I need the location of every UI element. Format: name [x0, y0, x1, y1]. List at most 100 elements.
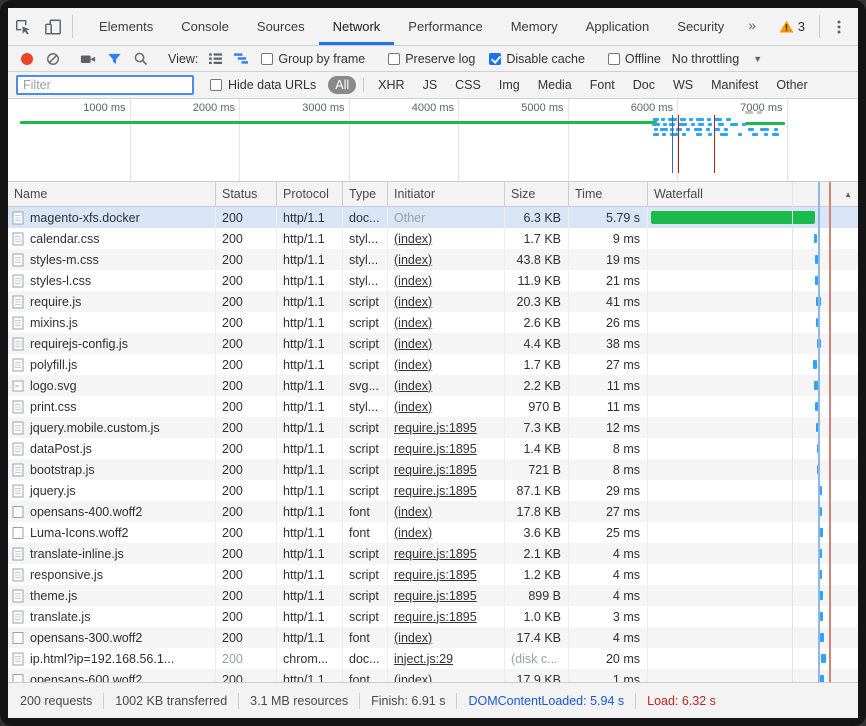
column-header-size[interactable]: Size [505, 182, 569, 206]
table-row[interactable]: jquery.js200http/1.1scriptrequire.js:189… [8, 480, 858, 501]
filter-type-other[interactable]: Other [769, 76, 814, 94]
overview-bar [653, 133, 659, 136]
use-large-rows-button[interactable] [202, 48, 228, 70]
filter-type-doc[interactable]: Doc [626, 76, 662, 94]
initiator-link[interactable]: (index) [394, 526, 432, 540]
tab-elements[interactable]: Elements [85, 8, 167, 45]
initiator-link[interactable]: require.js:1895 [394, 442, 477, 456]
more-tabs-button[interactable]: » [738, 8, 766, 45]
initiator-link[interactable]: (index) [394, 358, 432, 372]
tab-network[interactable]: Network [319, 8, 395, 45]
filter-type-xhr[interactable]: XHR [371, 76, 411, 94]
table-row[interactable]: requirejs-config.js200http/1.1script(ind… [8, 333, 858, 354]
filter-type-manifest[interactable]: Manifest [704, 76, 765, 94]
record-network-log-button[interactable] [14, 48, 40, 70]
initiator-link[interactable]: require.js:1895 [394, 463, 477, 477]
table-row[interactable]: magento-xfs.docker200http/1.1doc...Other… [8, 207, 858, 228]
preserve-log-checkbox[interactable]: Preserve log [388, 52, 475, 66]
filter-type-media[interactable]: Media [531, 76, 579, 94]
initiator-link[interactable]: (index) [394, 232, 432, 246]
filter-type-ws[interactable]: WS [666, 76, 700, 94]
initiator-link[interactable]: require.js:1895 [394, 589, 477, 603]
tab-performance[interactable]: Performance [394, 8, 496, 45]
font-icon [12, 505, 24, 519]
tab-sources[interactable]: Sources [243, 8, 319, 45]
initiator-link[interactable]: (index) [394, 316, 432, 330]
devtools-menu-button[interactable] [824, 8, 854, 45]
hide-data-urls-checkbox[interactable]: Hide data URLs [210, 78, 316, 92]
inspect-element-button[interactable] [8, 8, 38, 45]
device-toolbar-button[interactable] [38, 8, 68, 45]
table-row[interactable]: ip.html?ip=192.168.56.1...200chrom...doc… [8, 648, 858, 669]
table-row[interactable]: styles-m.css200http/1.1styl...(index)43.… [8, 249, 858, 270]
initiator-link[interactable]: (index) [394, 379, 432, 393]
table-row[interactable]: translate-inline.js200http/1.1scriptrequ… [8, 543, 858, 564]
column-header-protocol[interactable]: Protocol [277, 182, 343, 206]
tab-security[interactable]: Security [663, 8, 738, 45]
filter-toggle-button[interactable] [101, 48, 127, 70]
disable-cache-checkbox[interactable]: Disable cache [489, 52, 585, 66]
initiator-link[interactable]: inject.js:29 [394, 652, 453, 666]
filter-type-all[interactable]: All [328, 76, 356, 94]
throttling-select[interactable]: No throttling ▼ [672, 52, 762, 66]
initiator-link[interactable]: require.js:1895 [394, 484, 477, 498]
table-row[interactable]: mixins.js200http/1.1script(index)2.6 KB2… [8, 312, 858, 333]
time-cell: 29 ms [569, 480, 648, 501]
column-header-initiator[interactable]: Initiator [388, 182, 505, 206]
table-row[interactable]: print.css200http/1.1styl...(index)970 B1… [8, 396, 858, 417]
overview-tick-label: 2000 ms [169, 102, 235, 114]
overview-canvas[interactable]: 1000 ms2000 ms3000 ms4000 ms5000 ms6000 … [8, 99, 858, 181]
column-header-type[interactable]: Type [343, 182, 388, 206]
column-header-waterfall[interactable]: Waterfall▲ [648, 182, 858, 206]
table-row[interactable]: polyfill.js200http/1.1script(index)1.7 K… [8, 354, 858, 375]
initiator-link[interactable]: (index) [394, 337, 432, 351]
initiator-link[interactable]: require.js:1895 [394, 547, 477, 561]
column-header-status[interactable]: Status [216, 182, 277, 206]
initiator-link[interactable]: (index) [394, 400, 432, 414]
initiator-link[interactable]: require.js:1895 [394, 421, 477, 435]
show-overview-button[interactable] [228, 48, 254, 70]
initiator-link[interactable]: (index) [394, 253, 432, 267]
initiator-link[interactable]: require.js:1895 [394, 568, 477, 582]
console-warnings-badge[interactable]: 3 [769, 8, 815, 45]
table-row[interactable]: responsive.js200http/1.1scriptrequire.js… [8, 564, 858, 585]
table-row[interactable]: logo.svg200http/1.1svg...(index)2.2 KB11… [8, 375, 858, 396]
table-row[interactable]: opensans-600.woff2200http/1.1font(index)… [8, 669, 858, 682]
overview-bar [752, 133, 758, 136]
tab-console[interactable]: Console [167, 8, 243, 45]
filter-type-css[interactable]: CSS [448, 76, 488, 94]
filter-input[interactable] [16, 75, 194, 95]
table-row[interactable]: theme.js200http/1.1scriptrequire.js:1895… [8, 585, 858, 606]
filter-type-font[interactable]: Font [583, 76, 622, 94]
tab-application[interactable]: Application [572, 8, 664, 45]
tab-memory[interactable]: Memory [497, 8, 572, 45]
table-row[interactable]: translate.js200http/1.1scriptrequire.js:… [8, 606, 858, 627]
search-button[interactable] [127, 48, 153, 70]
capture-screenshots-button[interactable] [75, 48, 101, 70]
table-row[interactable]: jquery.mobile.custom.js200http/1.1script… [8, 417, 858, 438]
table-row[interactable]: opensans-400.woff2200http/1.1font(index)… [8, 501, 858, 522]
column-header-name[interactable]: Name [8, 182, 216, 206]
table-row[interactable]: dataPost.js200http/1.1scriptrequire.js:1… [8, 438, 858, 459]
initiator-link[interactable]: (index) [394, 673, 432, 683]
initiator-link[interactable]: (index) [394, 295, 432, 309]
initiator-link[interactable]: (index) [394, 274, 432, 288]
initiator-link[interactable]: (index) [394, 631, 432, 645]
filter-type-js[interactable]: JS [416, 76, 445, 94]
overview-bar [696, 118, 704, 121]
table-row[interactable]: bootstrap.js200http/1.1scriptrequire.js:… [8, 459, 858, 480]
filter-type-img[interactable]: Img [492, 76, 527, 94]
table-row[interactable]: require.js200http/1.1script(index)20.3 K… [8, 291, 858, 312]
table-row[interactable]: opensans-300.woff2200http/1.1font(index)… [8, 627, 858, 648]
table-row[interactable]: calendar.css200http/1.1styl...(index)1.7… [8, 228, 858, 249]
clear-network-log-button[interactable] [40, 48, 66, 70]
initiator-cell: (index) [388, 669, 505, 682]
offline-checkbox[interactable]: Offline [608, 52, 661, 66]
table-row[interactable]: Luma-Icons.woff2200http/1.1font(index)3.… [8, 522, 858, 543]
initiator-link[interactable]: (index) [394, 505, 432, 519]
column-header-time[interactable]: Time [569, 182, 648, 206]
group-by-frame-checkbox[interactable]: Group by frame [261, 52, 365, 66]
table-row[interactable]: styles-l.css200http/1.1styl...(index)11.… [8, 270, 858, 291]
time-cell: 20 ms [569, 648, 648, 669]
initiator-link[interactable]: require.js:1895 [394, 610, 477, 624]
